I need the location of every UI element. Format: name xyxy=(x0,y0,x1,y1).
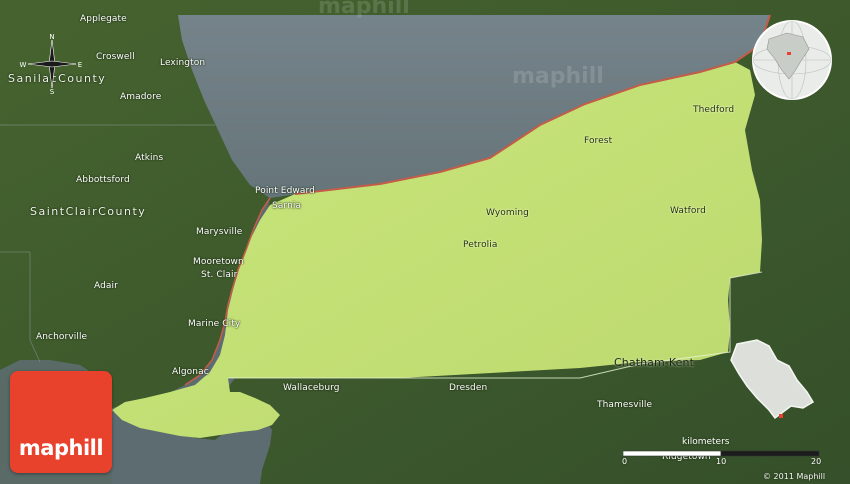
maphill-logo[interactable]: maphill xyxy=(10,371,112,473)
watermark-lake: maphill xyxy=(512,64,604,89)
globe-locator xyxy=(751,19,833,101)
label-petrolia: Petrolia xyxy=(463,240,498,250)
label-point-edward: Point Edward xyxy=(255,186,315,196)
scale-title: kilometers xyxy=(682,437,730,447)
label-watford: Watford xyxy=(670,206,706,216)
label-abbottsford: Abbottsford xyxy=(76,175,130,185)
watermark-top: maphill xyxy=(318,0,410,19)
label-saint-clair-county: SaintClairCounty xyxy=(30,205,147,218)
compass-n: N xyxy=(49,34,54,41)
compass-icon: N S E W xyxy=(20,33,83,96)
label-marine-city: Marine City xyxy=(188,319,241,329)
label-croswell: Croswell xyxy=(96,52,135,62)
label-adair: Adair xyxy=(94,281,118,291)
compass-rose: N S E W xyxy=(17,33,87,96)
compass-e: E xyxy=(78,61,82,69)
scale-tick-0: 0 xyxy=(622,457,628,466)
ontario-locator xyxy=(717,336,820,422)
scale-tick-10: 10 xyxy=(716,457,727,466)
label-wallaceburg: Wallaceburg xyxy=(283,383,340,393)
label-marysville: Marysville xyxy=(196,227,243,237)
label-applegate: Applegate xyxy=(80,14,127,24)
label-lexington: Lexington xyxy=(160,58,206,68)
label-thamesville: Thamesville xyxy=(597,400,653,410)
label-amadore: Amadore xyxy=(120,92,162,102)
scale-tick-20: 20 xyxy=(811,457,822,466)
label-forest: Forest xyxy=(584,136,613,146)
compass-s: S xyxy=(50,88,55,94)
label-atkins: Atkins xyxy=(135,153,164,163)
globe-icon xyxy=(752,20,832,100)
label-st-clair: St. Clair xyxy=(201,270,238,280)
copyright: © 2011 Maphill xyxy=(763,472,826,481)
label-thedford: Thedford xyxy=(693,105,735,115)
label-algonac: Algonac xyxy=(172,367,209,377)
ontario-outline-icon xyxy=(730,339,815,420)
compass-w: W xyxy=(20,61,27,69)
label-chatham-kent: Chatham-Kent xyxy=(614,356,695,369)
label-anchorville: Anchorville xyxy=(36,332,88,342)
label-wyoming: Wyoming xyxy=(486,208,529,218)
map-canvas[interactable]: maphill maphill Applegate Croswell Lexin… xyxy=(0,0,850,484)
label-mooretown: Mooretown xyxy=(193,257,244,267)
label-sarnia: Sarnia xyxy=(272,201,302,211)
scale-bar: kilometers 0 10 20 xyxy=(620,437,822,467)
label-dresden: Dresden xyxy=(449,383,488,393)
logo-text: maphill xyxy=(18,436,104,460)
